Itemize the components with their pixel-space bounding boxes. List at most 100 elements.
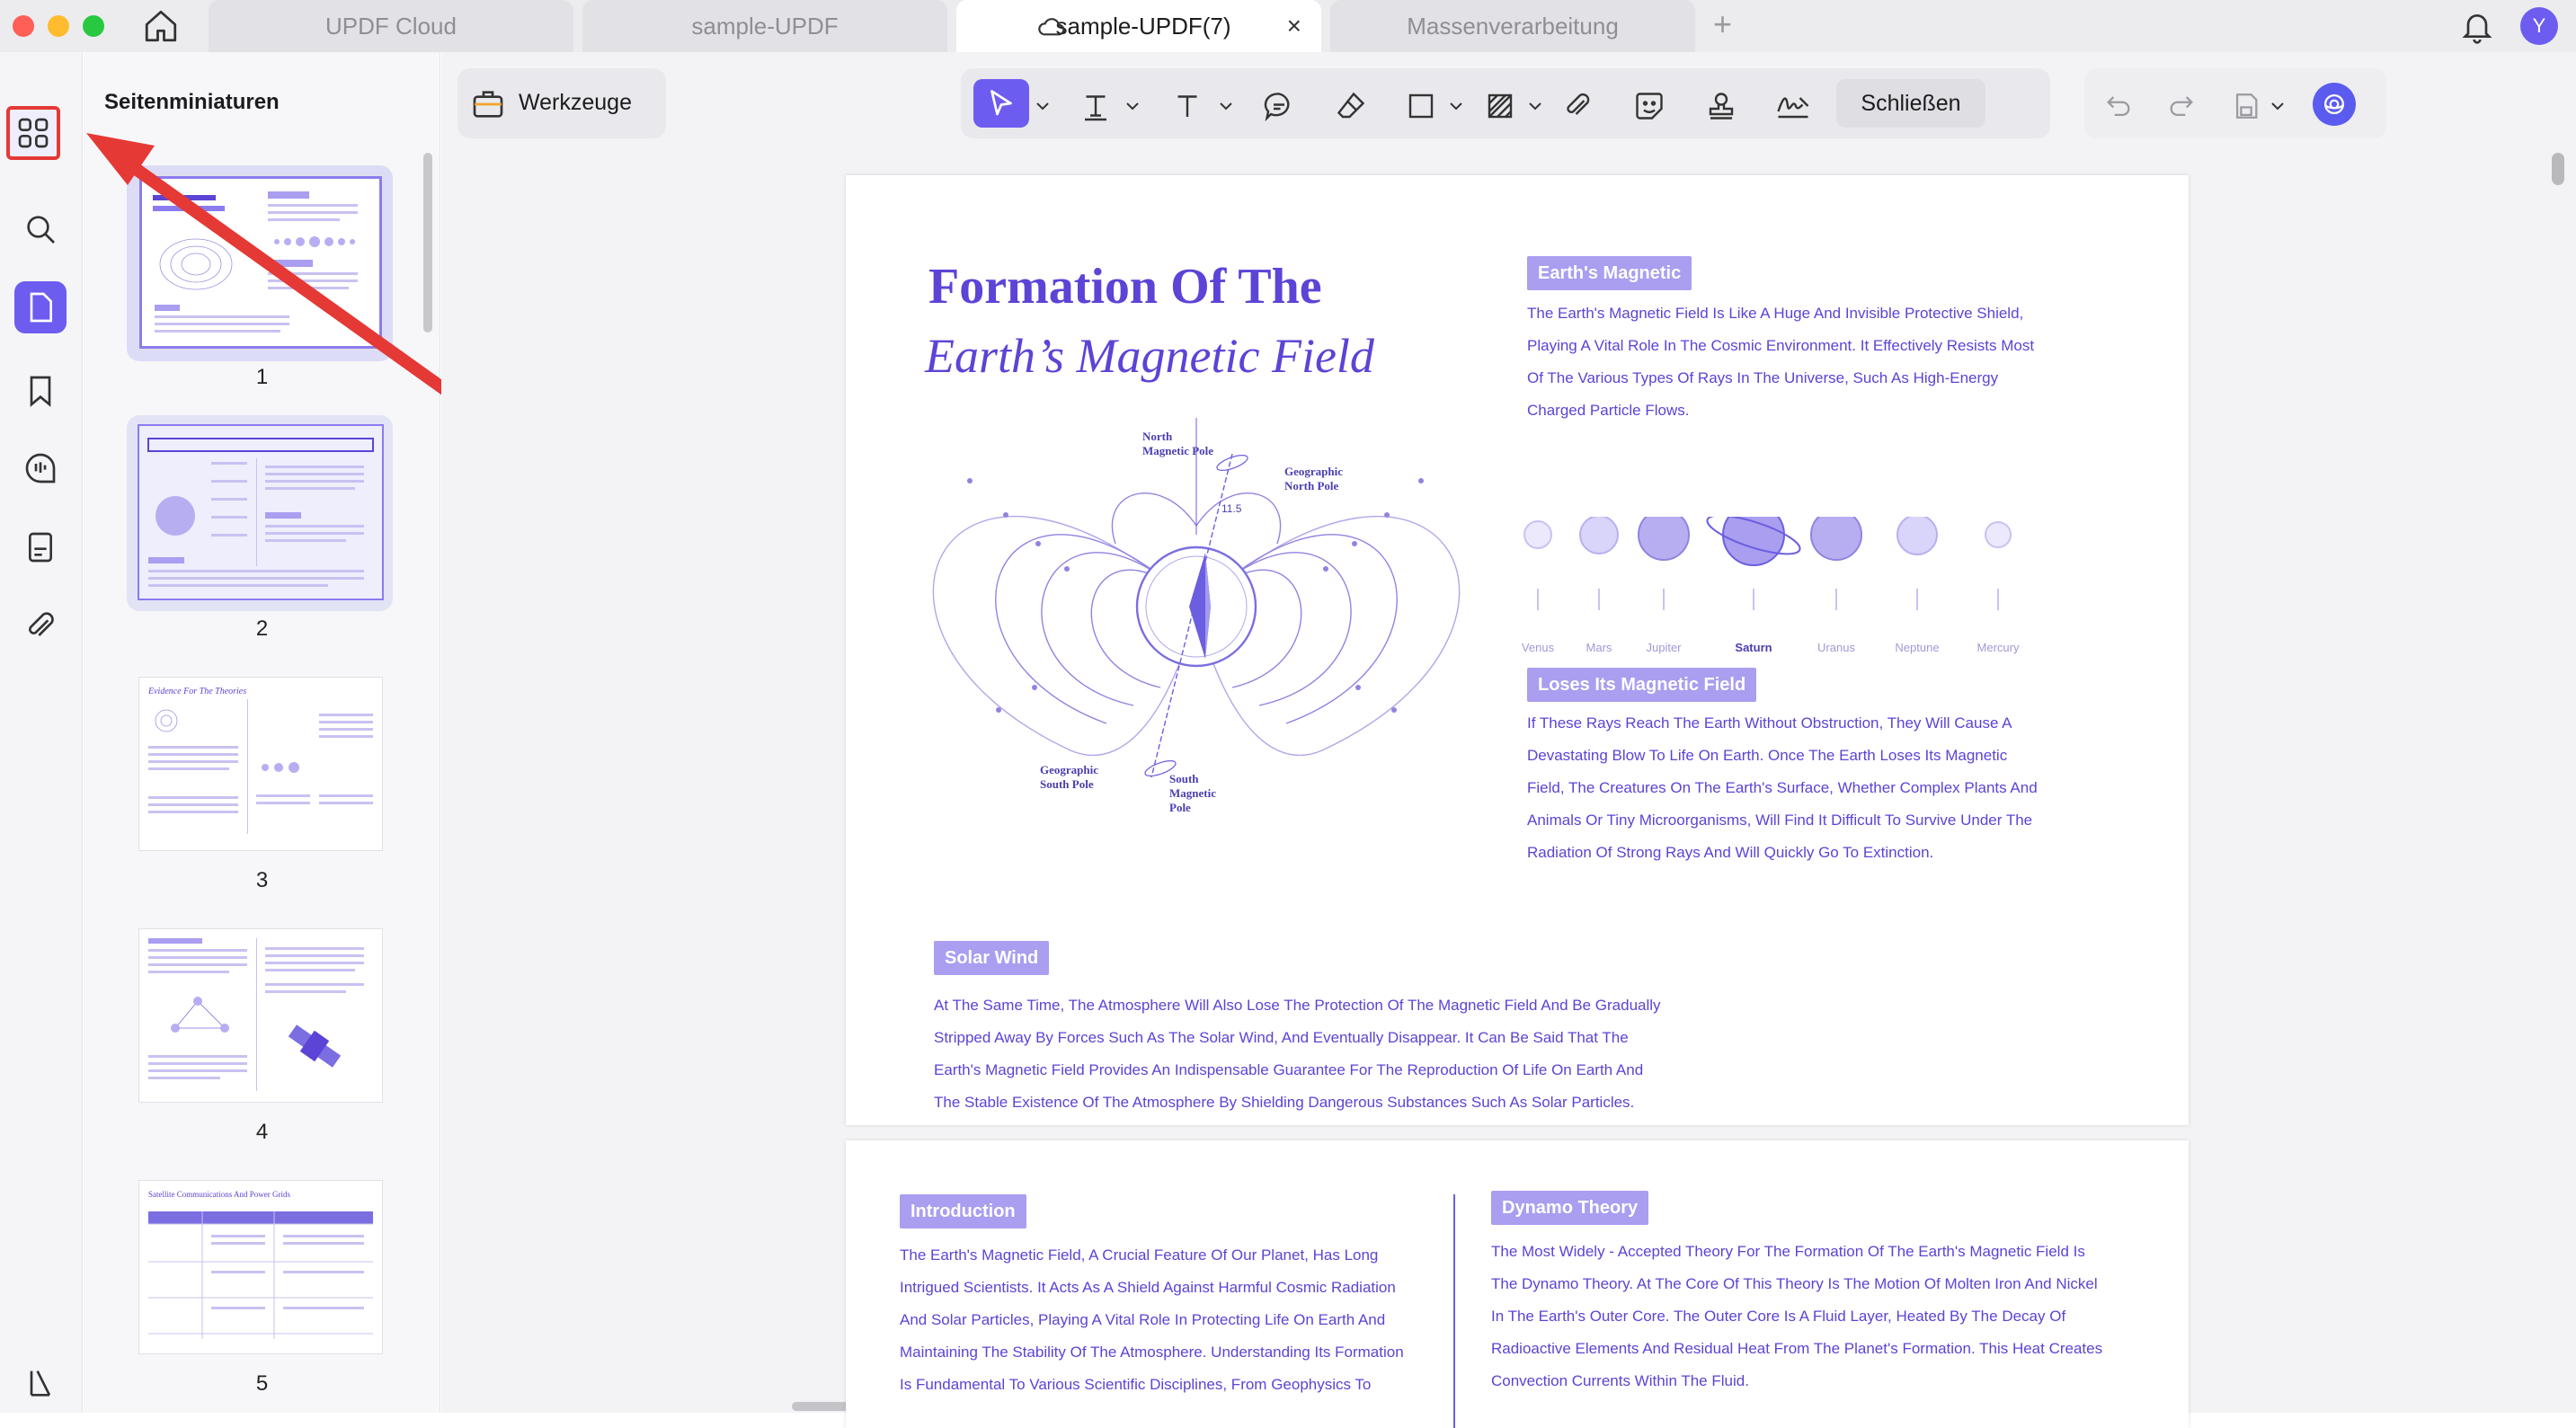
section-heading: Solar Wind xyxy=(934,941,1050,975)
redo-icon[interactable] xyxy=(2163,88,2199,124)
planet-label: Neptune xyxy=(1895,641,1940,654)
tab-label: sample-UPDF(7) xyxy=(1055,12,1231,40)
comment-icon[interactable] xyxy=(1261,88,1297,124)
history-toolbar xyxy=(2084,68,2386,138)
section-heading: Loses Its Magnetic Field xyxy=(1527,668,1757,702)
text-icon[interactable] xyxy=(1169,88,1205,124)
planet-label: Mars xyxy=(1586,641,1612,654)
select-tool[interactable] xyxy=(973,79,1029,128)
thumbnail-page-4[interactable] xyxy=(139,929,382,1102)
close-tab-button[interactable]: × xyxy=(1287,12,1301,40)
tab-label: Massenverarbeitung xyxy=(1407,12,1619,40)
toolbox-icon xyxy=(470,86,506,122)
text-line: The Most Widely - Accepted Theory For Th… xyxy=(1491,1243,2085,1260)
sticker-icon[interactable] xyxy=(1631,88,1667,124)
text-line: If These Rays Reach The Earth Without Ob… xyxy=(1527,714,2012,732)
chevron-down-icon[interactable] xyxy=(2268,88,2287,124)
area-hatch-icon[interactable] xyxy=(1482,88,1518,124)
save-icon[interactable] xyxy=(2228,88,2264,124)
chevron-down-icon[interactable] xyxy=(1033,88,1053,124)
planet-labels: Venus Mars Jupiter Saturn Uranus Neptune… xyxy=(1518,641,2057,659)
chevron-down-icon[interactable] xyxy=(1123,88,1142,124)
tab-label: sample-UPDF xyxy=(691,12,839,40)
text-line: In The Earth's Outer Core. The Outer Cor… xyxy=(1491,1308,2066,1325)
label-line: Pole xyxy=(1169,801,1191,814)
bell-icon[interactable] xyxy=(2459,8,2495,44)
text-line: Field, The Creatures On The Earth's Surf… xyxy=(1527,779,2038,796)
text-line: Convection Currents Within The Fluid. xyxy=(1491,1372,1749,1389)
label-line: South Pole xyxy=(1040,777,1094,791)
label-north-magnetic-pole: North Magnetic Pole xyxy=(1142,430,1213,458)
attachments-list-button[interactable] xyxy=(14,521,67,573)
label-line: Magnetic Pole xyxy=(1142,444,1214,457)
tools-label: Werkzeuge xyxy=(519,90,632,115)
text-line: Of The Various Types Of Rays In The Univ… xyxy=(1527,369,1999,386)
thumbnail-page-5[interactable]: Satellite Communications And Power Grids xyxy=(139,1181,382,1353)
section-heading: Earth's Magnetic xyxy=(1527,256,1692,290)
paperclip-icon xyxy=(22,608,58,644)
thumbnail-page-3[interactable]: Evidence For The Theories xyxy=(139,678,382,850)
ai-assistant-icon[interactable] xyxy=(2313,83,2356,126)
rectangle-icon[interactable] xyxy=(1403,88,1439,124)
layers-button[interactable] xyxy=(14,1357,67,1409)
add-tab-button[interactable]: + xyxy=(1713,5,1732,43)
signature-icon[interactable] xyxy=(1775,88,1811,124)
page-title-line-2: Earth’s Magnetic Field xyxy=(925,329,1374,383)
thumbnail-number: 5 xyxy=(255,1371,269,1396)
text-line: Animals Or Tiny Microorganisms, Will Fin… xyxy=(1527,812,2033,829)
page-title-line-1: Formation Of The xyxy=(928,259,1322,315)
planet-label: Uranus xyxy=(1817,641,1855,654)
text-line: Earth's Magnetic Field Provides An Indis… xyxy=(934,1061,1644,1078)
solar-wind-text: At The Same Time, The Atmosphere Will Al… xyxy=(934,989,1833,1119)
tab-massenverarbeitung[interactable]: Massenverarbeitung xyxy=(1330,0,1695,52)
chevron-down-icon[interactable] xyxy=(1446,88,1466,124)
document-icon xyxy=(22,529,58,565)
label-geographic-south-pole: Geographic South Pole xyxy=(1040,763,1098,792)
chevron-down-icon[interactable] xyxy=(1525,88,1545,124)
tab-sample-updf-7[interactable]: sample-UPDF(7) × xyxy=(956,0,1321,52)
chevron-down-icon[interactable] xyxy=(1216,88,1236,124)
label-line: Magnetic xyxy=(1169,786,1216,800)
label-geographic-north-pole: Geographic North Pole xyxy=(1284,465,1343,493)
text-line: And Solar Particles, Playing A Vital Rol… xyxy=(900,1311,1386,1328)
dynamo-theory-text: The Most Widely - Accepted Theory For Th… xyxy=(1491,1236,2174,1397)
section-heading: Introduction xyxy=(900,1194,1026,1228)
magnetic-field-diagram xyxy=(932,418,1461,778)
tools-button[interactable]: Werkzeuge xyxy=(457,68,666,138)
thumbnail-number: 2 xyxy=(255,616,269,641)
thumbnail-title: Evidence For The Theories xyxy=(148,687,247,696)
tab-sample-updf[interactable]: sample-UPDF xyxy=(582,0,947,52)
loses-magnetic-text: If These Rays Reach The Earth Without Ob… xyxy=(1527,707,2174,869)
cloud-icon xyxy=(1037,13,1066,39)
document-scrollbar[interactable] xyxy=(2552,153,2564,185)
text-line: At The Same Time, The Atmosphere Will Al… xyxy=(934,997,1661,1014)
text-cursor-icon[interactable] xyxy=(1078,88,1114,124)
text-line: Devastating Blow To Life On Earth. Once … xyxy=(1527,747,2008,764)
document-workspace: Werkzeuge Schließen Formation Of The Ear… xyxy=(441,52,2576,1428)
text-line: Charged Particle Flows. xyxy=(1527,402,1690,419)
pdf-page-2: Introduction The Earth's Magnetic Field,… xyxy=(846,1140,2189,1428)
avatar[interactable]: Y xyxy=(2520,7,2558,45)
label-line: North Pole xyxy=(1284,479,1339,492)
eraser-icon[interactable] xyxy=(1333,88,1369,124)
label-line: South xyxy=(1169,772,1199,785)
undo-icon[interactable] xyxy=(2101,88,2136,124)
pdf-page-1: Formation Of The Earth’s Magnetic Field xyxy=(846,175,2189,1125)
label-angle: 11.5 xyxy=(1221,502,1242,515)
text-line: The Stable Existence Of The Atmosphere B… xyxy=(934,1094,1635,1111)
text-line: The Earth's Magnetic Field Is Like A Hug… xyxy=(1527,305,2024,322)
text-line: Stripped Away By Forces Such As The Sola… xyxy=(934,1029,1629,1046)
text-line: Is Fundamental To Various Scientific Dis… xyxy=(900,1376,1372,1393)
introduction-text: The Earth's Magnetic Field, A Crucial Fe… xyxy=(900,1239,1475,1401)
planet-label: Venus xyxy=(1521,641,1555,654)
attachment-button[interactable] xyxy=(14,600,67,652)
text-line: Maintaining The Stability Of The Atmosph… xyxy=(900,1344,1404,1361)
planet-label: Jupiter xyxy=(1646,641,1682,654)
paperclip-icon[interactable] xyxy=(1559,88,1595,124)
annotation-toolbar: Schließen xyxy=(961,68,2050,138)
text-line: Intrigued Scientists. It Acts As A Shiel… xyxy=(900,1279,1396,1296)
label-south-magnetic-pole: South Magnetic Pole xyxy=(1169,772,1216,815)
close-editing-button[interactable]: Schließen xyxy=(1836,79,1985,128)
stamp-icon[interactable] xyxy=(1703,88,1739,124)
column-divider xyxy=(1453,1194,1455,1428)
